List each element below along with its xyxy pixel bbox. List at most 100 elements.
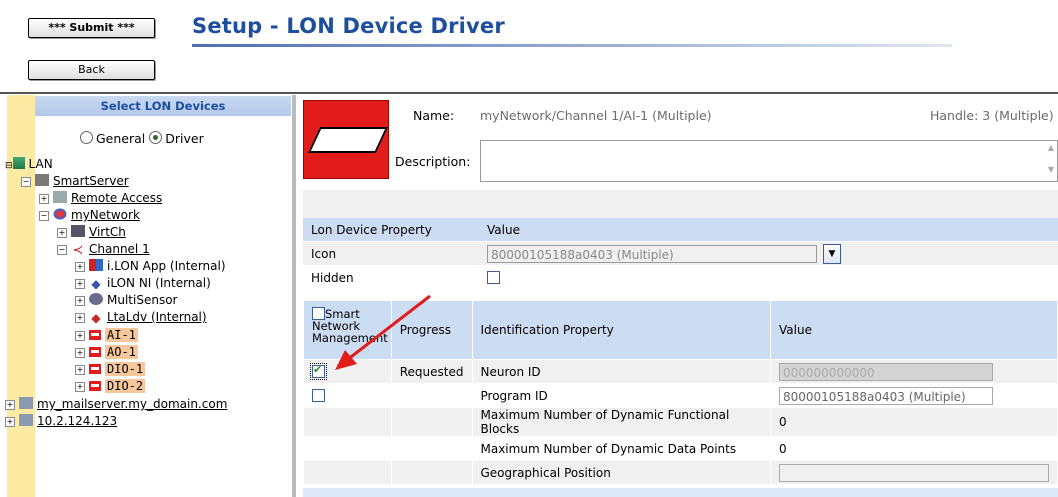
submit-button[interactable]: *** Submit *** <box>28 18 155 38</box>
channel-icon: ≺ <box>72 243 84 258</box>
expand-icon[interactable]: + <box>75 262 85 272</box>
col-header-property: Lon Device Property <box>303 218 479 242</box>
snm-cell <box>303 436 392 461</box>
description-input[interactable]: ▲ ▼ <box>480 140 1058 182</box>
snm-cell <box>303 407 392 437</box>
tree-node-label: MultiSensor <box>107 293 178 307</box>
mode-radio-group: General Driver <box>80 131 204 146</box>
expand-icon[interactable]: + <box>75 279 85 289</box>
tree-node-ip[interactable]: +10.2.124.123 <box>5 413 117 430</box>
description-label: Description: <box>395 154 471 169</box>
expand-icon[interactable]: + <box>75 331 85 341</box>
tree-node-label: Remote Access <box>71 191 163 205</box>
tree-header: Select LON Devices <box>35 96 291 116</box>
expand-icon[interactable]: + <box>75 296 85 306</box>
value-cell <box>770 460 1058 485</box>
table-header-row: Smart Network Management Progress Identi… <box>303 300 1058 360</box>
icon-dropdown-button[interactable]: ▼ <box>823 243 841 264</box>
expand-icon[interactable]: + <box>75 313 85 323</box>
device-icon <box>89 381 101 391</box>
tree-node-ao1[interactable]: + AO-1 <box>75 344 138 361</box>
tree-node-ilon-app[interactable]: + i.LON App (Internal) <box>75 258 226 275</box>
header-divider <box>0 92 1058 94</box>
table-row: Hidden <box>303 265 1058 290</box>
tree-node-virtch[interactable]: + VirtCh <box>57 224 126 241</box>
hidden-value-cell <box>479 265 1058 290</box>
collapse-icon[interactable]: − <box>39 211 49 221</box>
value-cell: 000000000000 <box>770 359 1058 384</box>
tree-node-dio1[interactable]: + DIO-1 <box>75 361 146 378</box>
scroll-up-icon[interactable]: ▲ <box>1045 143 1057 157</box>
neuron-id-checkbox[interactable] <box>310 362 327 380</box>
expand-icon[interactable]: + <box>75 382 85 392</box>
diamond-icon: ◆ <box>91 277 101 291</box>
tree-node-ai1[interactable]: + AI-1 <box>75 327 138 344</box>
device-property-table: Lon Device Property Value Icon 800001051… <box>303 218 1058 290</box>
tree-node-smartserver[interactable]: − SmartServer <box>21 173 129 190</box>
tree-node-lan[interactable]: ⊟ LAN <box>5 156 53 173</box>
expand-icon[interactable]: + <box>39 194 49 204</box>
radio-general-label: General <box>96 131 146 146</box>
value-cell: 80000105188a0403 (Multiple) <box>770 383 1058 408</box>
tree-node-mynetwork[interactable]: − myNetwork <box>39 207 140 224</box>
progress-cell <box>390 436 473 461</box>
program-id-input[interactable]: 80000105188a0403 (Multiple) <box>779 386 993 405</box>
table-row: Geographical Position <box>303 460 1058 485</box>
icon-value-cell: 80000105188a0403 (Multiple) ▼ <box>479 241 1058 266</box>
tree-node-label: LtaLdv (Internal) <box>107 310 207 324</box>
tree-node-mailserver[interactable]: + my_mailserver.my_domain.com <box>5 396 227 413</box>
radio-driver[interactable]: Driver <box>149 131 204 146</box>
name-label: Name: <box>413 108 455 123</box>
expand-icon[interactable]: + <box>75 348 85 358</box>
radio-general[interactable]: General <box>80 131 145 146</box>
progress-cell: Requested <box>390 359 473 384</box>
horizontal-scrollbar[interactable] <box>303 488 1058 497</box>
property-cell: Program ID <box>471 383 771 408</box>
icon-value-input[interactable]: 80000105188a0403 (Multiple) <box>487 244 817 263</box>
scroll-down-icon[interactable]: ▼ <box>1045 165 1057 179</box>
radio-driver-icon <box>149 131 163 144</box>
tree-node-remote-access[interactable]: + Remote Access <box>39 190 162 207</box>
collapse-icon[interactable]: − <box>57 245 67 255</box>
expand-icon[interactable]: + <box>57 228 67 238</box>
expand-icon[interactable]: + <box>5 417 15 427</box>
diamond-icon: ◆ <box>91 311 101 325</box>
device-icon <box>89 330 101 340</box>
table-row: Maximum Number of Dynamic Functional Blo… <box>303 407 1058 437</box>
tree-node-ltaldv[interactable]: + ◆ LtaLdv (Internal) <box>75 309 207 326</box>
progress-cell <box>390 460 473 485</box>
table-row: Icon 80000105188a0403 (Multiple) ▼ <box>303 241 1058 266</box>
name-value: myNetwork/Channel 1/AI-1 (Multiple) <box>480 108 712 123</box>
section-spacer <box>303 190 1058 218</box>
property-cell: Neuron ID <box>471 359 771 384</box>
panel-splitter[interactable] <box>292 95 296 497</box>
progress-cell <box>390 383 473 408</box>
tree-node-ilon-ni[interactable]: + ◆ iLON NI (Internal) <box>75 275 211 292</box>
program-id-checkbox[interactable] <box>312 388 325 402</box>
expand-icon[interactable]: + <box>5 400 15 410</box>
table-row: Requested Neuron ID 000000000000 <box>303 359 1058 384</box>
tree-node-label: AO-1 <box>105 345 138 359</box>
hidden-checkbox[interactable] <box>487 270 500 284</box>
tree-node-multisensor[interactable]: + MultiSensor <box>75 292 177 309</box>
expand-icon[interactable]: + <box>75 365 85 375</box>
collapse-icon[interactable]: ⊟ <box>5 161 13 171</box>
col-header-identification: Identification Property <box>471 300 771 360</box>
tree-node-dio2[interactable]: + DIO-2 <box>75 378 146 395</box>
radio-driver-label: Driver <box>165 131 204 146</box>
identification-table: Smart Network Management Progress Identi… <box>303 300 1058 485</box>
tree-node-label: VirtCh <box>89 225 126 239</box>
value-cell: 0 <box>770 436 1058 461</box>
progress-cell <box>390 407 473 437</box>
back-button[interactable]: Back <box>28 60 155 80</box>
collapse-icon[interactable]: − <box>21 177 31 187</box>
computer-icon <box>19 414 33 426</box>
network-icon <box>53 208 67 220</box>
tree-node-channel1[interactable]: − ≺ Channel 1 <box>57 241 150 258</box>
col-header-snm: Smart Network Management <box>303 300 392 360</box>
property-cell: Maximum Number of Dynamic Data Points <box>471 436 771 461</box>
table-header-row: Lon Device Property Value <box>303 218 1058 242</box>
page-title: Setup - LON Device Driver <box>192 14 505 38</box>
snm-cell <box>303 359 392 384</box>
geographical-position-input[interactable] <box>779 463 1049 482</box>
